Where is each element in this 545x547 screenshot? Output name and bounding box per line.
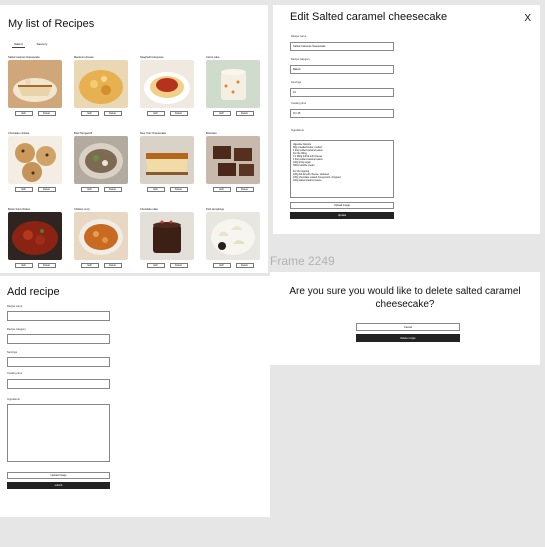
edit-ingredients-label: Ingredients [291,129,304,132]
edit-button[interactable]: Edit [146,187,165,192]
recipe-card[interactable]: Carrot cake Edit Delete [206,55,260,121]
delete-button[interactable]: Delete [235,263,254,268]
recipe-card[interactable]: Brownies Edit Delete [206,131,260,197]
update-button[interactable]: Update [290,212,394,219]
ingredients-textarea[interactable] [7,404,110,462]
submit-button[interactable]: submit [7,482,110,489]
tab-savoury[interactable]: Savoury [35,41,50,48]
recipe-category-label: Recipe category [7,328,26,331]
recipe-card[interactable]: Beef Stroganoff Edit Delete [74,131,128,197]
recipe-image [8,60,62,108]
edit-button[interactable]: Edit [14,111,33,116]
delete-recipe-button[interactable]: Delete recipe [356,334,460,342]
delete-question: Are you sure you would like to delete sa… [289,286,521,310]
recipe-name-input[interactable] [7,311,110,321]
edit-button[interactable]: Edit [80,187,99,192]
edit-cooking-label: Cooking time [291,102,307,105]
delete-button[interactable]: Delete [235,111,254,116]
recipe-image [74,60,128,108]
edit-servings-label: Servings [291,81,302,84]
delete-button[interactable]: Delete [37,263,56,268]
recipe-card[interactable]: Salted caramel cheesecake Edit Delete [8,55,62,121]
recipe-card[interactable]: Chicken curry Edit Delete [74,207,128,273]
delete-button[interactable]: Delete [235,187,254,192]
recipe-image [206,60,260,108]
edit-button[interactable]: Edit [212,111,231,116]
edit-upload-image-button[interactable]: Upload image [290,202,394,209]
cooking-time-label: Cooking time [7,372,23,375]
recipe-card[interactable]: Chocolate cake Edit Delete [140,207,194,273]
recipes-list-panel: My list of Recipes Salted Savoury Salted… [0,5,268,273]
recipe-card[interactable]: Chocolate cookies Edit Delete [8,131,62,197]
servings-input[interactable] [7,357,110,367]
recipe-card[interactable]: Butter fried chicken Edit Delete [8,207,62,273]
edit-category-input[interactable]: Baked [290,65,394,74]
recipe-card[interactable]: Spaghetti bolognese Edit Delete [140,55,194,121]
recipe-image [206,136,260,184]
recipe-image [140,60,194,108]
add-recipe-panel: Add recipe Recipe name Recipe category S… [0,276,270,517]
edit-cooking-input[interactable]: 1hr 45 [290,109,394,118]
delete-button[interactable]: Delete [103,187,122,192]
recipe-name-label: Recipe name [7,305,23,308]
recipe-image [140,136,194,184]
category-tabs: Salted Savoury [12,41,50,48]
delete-dialog: Are you sure you would like to delete sa… [270,272,540,365]
delete-button[interactable]: Delete [169,263,188,268]
cooking-time-input[interactable] [7,379,110,389]
edit-ingredients-textarea[interactable]: digestive biscuits 60g unsalted butter, … [290,140,394,198]
recipe-grid: Salted caramel cheesecake Edit Delete Macar… [8,55,264,273]
delete-button[interactable]: Delete [103,111,122,116]
edit-recipe-panel: Edit Salted caramel cheesecake X Recipe … [273,5,540,234]
edit-button[interactable]: Edit [80,111,99,116]
edit-button[interactable]: Edit [146,263,165,268]
recipe-image [74,212,128,260]
servings-label: Servings [7,351,18,354]
frame-label: Frame 2249 [270,254,335,268]
recipe-image [74,136,128,184]
delete-button[interactable]: Delete [103,263,122,268]
edit-button[interactable]: Edit [14,263,33,268]
recipe-image [140,212,194,260]
close-icon[interactable]: X [524,13,531,24]
delete-button[interactable]: Delete [169,187,188,192]
cancel-button[interactable]: Cancel [356,323,460,331]
edit-button[interactable]: Edit [146,111,165,116]
edit-button[interactable]: Edit [14,187,33,192]
edit-category-label: Recipe category [291,58,310,61]
recipe-image [8,136,62,184]
delete-button[interactable]: Delete [37,111,56,116]
edit-servings-input[interactable]: 10 [290,88,394,97]
delete-button[interactable]: Delete [169,111,188,116]
edit-button[interactable]: Edit [212,187,231,192]
add-recipe-title: Add recipe [7,286,60,298]
page-title: My list of Recipes [8,18,95,30]
upload-image-button[interactable]: Upload image [7,472,110,479]
edit-name-input[interactable]: Salted Caramel cheesecake [290,42,394,51]
edit-button[interactable]: Edit [80,263,99,268]
tab-salted[interactable]: Salted [12,41,25,48]
edit-button[interactable]: Edit [212,263,231,268]
recipe-category-input[interactable] [7,334,110,344]
recipe-image [206,212,260,260]
edit-name-label: Recipe name [291,35,307,38]
recipe-card[interactable]: Macaroni cheese Edit Delete [74,55,128,121]
delete-button[interactable]: Delete [37,187,56,192]
recipe-image [8,212,62,260]
ingredients-label: Ingredients [7,398,20,401]
edit-recipe-title: Edit Salted caramel cheesecake [290,11,448,23]
recipe-card[interactable]: New York Cheesecake Edit Delete [140,131,194,197]
recipe-card[interactable]: Pork dumplings Edit Delete [206,207,260,273]
